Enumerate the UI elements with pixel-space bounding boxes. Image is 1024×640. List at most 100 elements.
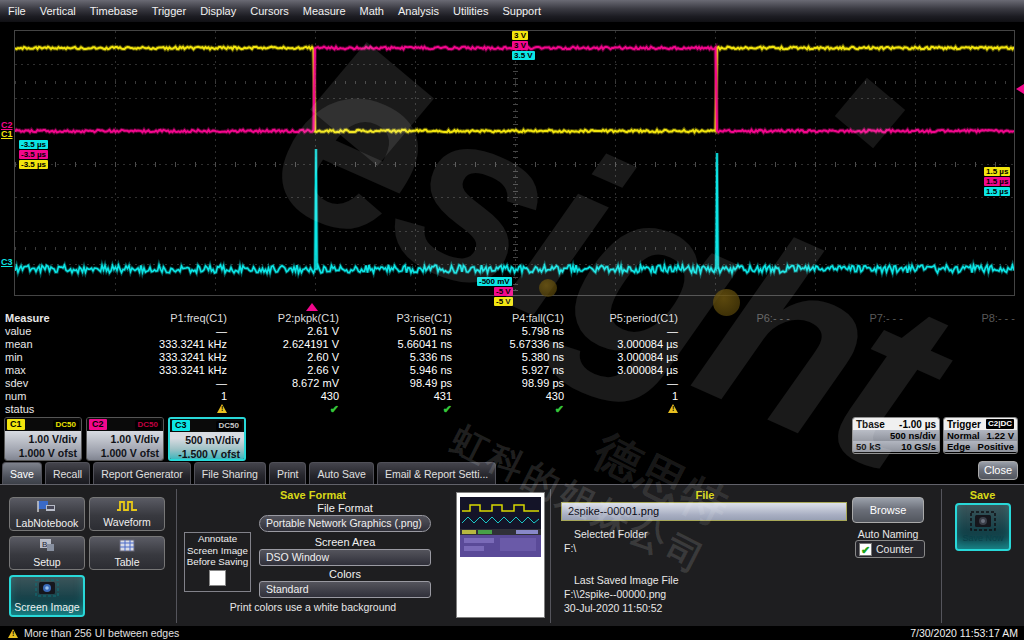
tab-email-report-setti-[interactable]: Email & Report Setti...	[377, 462, 496, 484]
menu-item-measure[interactable]: Measure	[303, 5, 346, 17]
preview-mini-screen	[460, 497, 541, 557]
edge-tag-top-c2: 3 V	[512, 41, 528, 50]
waveform-traces	[15, 31, 1014, 295]
auto-naming-label: Auto Naming	[846, 528, 930, 540]
channel-box-c1[interactable]: C1DC501.00 V/div1.000 V ofst	[4, 417, 82, 461]
trace-c3	[15, 149, 1014, 273]
annotate-checkbox[interactable]	[209, 570, 226, 586]
tab-save[interactable]: Save	[2, 462, 42, 484]
edge-tag-bottom-c1: -5 V	[494, 297, 513, 306]
file-title: File	[560, 489, 850, 501]
menu-item-utilities[interactable]: Utilities	[453, 5, 488, 17]
tab-recall[interactable]: Recall	[45, 462, 90, 484]
status-bar: More than 256 UI between edges 7/30/2020…	[0, 626, 1024, 640]
channel-box-header: C1DC50	[5, 418, 81, 431]
trigger-slope: Positive	[978, 441, 1014, 452]
svg-text:B: B	[42, 540, 47, 549]
trigger-source-tag: C2|DC	[986, 419, 1014, 429]
menu-item-math[interactable]: Math	[360, 5, 384, 17]
measure-param-7[interactable]: P7:- - -	[791, 312, 903, 325]
counter-option[interactable]: ✔ Counter	[855, 540, 925, 558]
trigger-box[interactable]: TriggerC2|DC Normal1.22 V EdgePositive	[943, 417, 1018, 454]
setup-button[interactable]: BSetup	[9, 536, 85, 570]
status-message: More than 256 UI between edges	[24, 627, 179, 639]
measure-row-labels: Measurevaluemeanminmaxsdevnumstatus	[5, 312, 75, 416]
filename-input[interactable]: 2spike--00001.png	[561, 502, 847, 521]
edge-tag-bottom-c3: -500 mV	[477, 277, 512, 286]
timebase-delay: -1.00 µs	[899, 419, 936, 430]
save-title: Save	[941, 489, 1024, 501]
save-format-title: Save Format	[176, 489, 450, 501]
warning-icon	[8, 629, 18, 638]
selected-folder-label: Selected Folder	[574, 528, 648, 540]
channel-box-body: 1.00 V/div1.000 V ofst	[5, 431, 81, 461]
last-saved-time: 30-Jul-2020 11:50:52	[564, 602, 662, 614]
tab-print[interactable]: Print	[269, 462, 307, 484]
close-button[interactable]: Close	[978, 461, 1018, 480]
measure-param-3[interactable]: P3:rise(C1)5.601 ns5.66041 ns5.336 ns5.9…	[340, 312, 452, 416]
channel-box-body: 500 mV/div-1.500 V ofst	[170, 432, 244, 461]
trigger-time-marker[interactable]	[306, 303, 318, 311]
measure-table: Measurevaluemeanminmaxsdevnumstatus P1:fr…	[0, 312, 1024, 415]
channel-id-tag: C2	[89, 419, 107, 430]
check-status-icon: ✔	[443, 403, 452, 415]
channel-marker-c3[interactable]: C3	[1, 258, 13, 267]
table-button[interactable]: Table	[89, 536, 165, 570]
menu-item-trigger[interactable]: Trigger	[152, 5, 186, 17]
screen-image-button[interactable]: Screen Image	[9, 575, 85, 617]
save-now-button[interactable]: Save Now	[955, 503, 1011, 551]
timebase-box[interactable]: Tbase-1.00 µs 500 ns/div 50 kS10 GS/s	[852, 417, 940, 454]
file-format-dropdown[interactable]: Portable Network Graphics (.png)	[259, 515, 431, 532]
trigger-level-marker[interactable]	[1016, 84, 1024, 94]
save-now-label: Save Now	[962, 533, 1003, 543]
browse-button[interactable]: Browse	[852, 497, 924, 523]
trigger-mode: Normal	[947, 430, 980, 441]
coupling-tag: DC50	[216, 421, 242, 431]
waveform-grid	[14, 30, 1015, 296]
waveform-button[interactable]: Waveform	[89, 497, 165, 531]
menu-item-support[interactable]: Support	[502, 5, 541, 17]
warning-status-icon	[217, 404, 227, 413]
channel-box-body: 1.00 V/div1.000 V ofst	[87, 431, 163, 461]
warning-status-icon	[668, 404, 678, 413]
last-saved-file: F:\\2spike--00000.png	[564, 588, 666, 600]
edge-tag-right-c3: 1.5 µs	[984, 187, 1010, 196]
tab-report-generator[interactable]: Report Generator	[93, 462, 191, 484]
edge-tag-right-c2: 1.5 µs	[984, 177, 1010, 186]
edge-tag-left-c2: -3.5 µs	[19, 150, 48, 159]
measure-param-1[interactable]: P1:freq(C1)—333.3241 kHz333.3241 kHz333.…	[115, 312, 227, 416]
edge-tag-top-c3: 3.5 V	[512, 51, 535, 60]
tab-auto-save[interactable]: Auto Save	[309, 462, 373, 484]
menu-item-analysis[interactable]: Analysis	[398, 5, 439, 17]
annotate-label: Annotate Screen Image Before Saving	[185, 533, 250, 568]
menu-bar: File Vertical Timebase Trigger Display Cursor…	[0, 0, 1024, 22]
menu-item-cursors[interactable]: Cursors	[250, 5, 289, 17]
channel-box-c2[interactable]: C2DC501.00 V/div1.000 V ofst	[86, 417, 164, 461]
screen-area-dropdown[interactable]: DSO Window	[259, 549, 431, 566]
screen-image-icon	[35, 579, 59, 599]
colors-dropdown[interactable]: Standard	[259, 581, 431, 598]
channel-marker-c1[interactable]: C1	[1, 130, 13, 139]
channel-box-header: C2DC50	[87, 418, 163, 431]
screen-area-label: Screen Area	[259, 536, 431, 548]
channel-id-tag: C3	[172, 420, 190, 431]
labnotebook-button[interactable]: LabNotebook	[9, 497, 85, 531]
measure-param-2[interactable]: P2:pkpk(C1)2.61 V2.624191 V2.60 V2.66 V8…	[227, 312, 339, 416]
tab-file-sharing[interactable]: File Sharing	[194, 462, 266, 484]
table-icon	[119, 539, 135, 554]
menu-item-timebase[interactable]: Timebase	[90, 5, 138, 17]
channel-box-header: C3 DC50	[170, 419, 244, 432]
measure-param-6[interactable]: P6:- - -	[678, 312, 790, 325]
timebase-samples: 50 kS	[856, 441, 881, 452]
setup-icon: B	[39, 538, 55, 554]
counter-checkbox[interactable]: ✔	[859, 543, 872, 556]
menu-item-vertical[interactable]: Vertical	[40, 5, 76, 17]
menu-item-file[interactable]: File	[8, 5, 26, 17]
trigger-label: Trigger	[947, 419, 981, 430]
measure-param-5[interactable]: P5:period(C1)—3.000084 µs3.000084 µs3.00…	[566, 312, 678, 416]
measure-param-4[interactable]: P4:fall(C1)5.798 ns5.67336 ns5.380 ns5.9…	[452, 312, 564, 416]
channel-box-c3[interactable]: C3 DC50500 mV/div-1.500 V ofst	[168, 417, 246, 461]
menu-item-display[interactable]: Display	[200, 5, 236, 17]
edge-tag-left-c3: -3.5 µs	[19, 140, 48, 149]
measure-param-8[interactable]: P8:- - -	[903, 312, 1015, 325]
